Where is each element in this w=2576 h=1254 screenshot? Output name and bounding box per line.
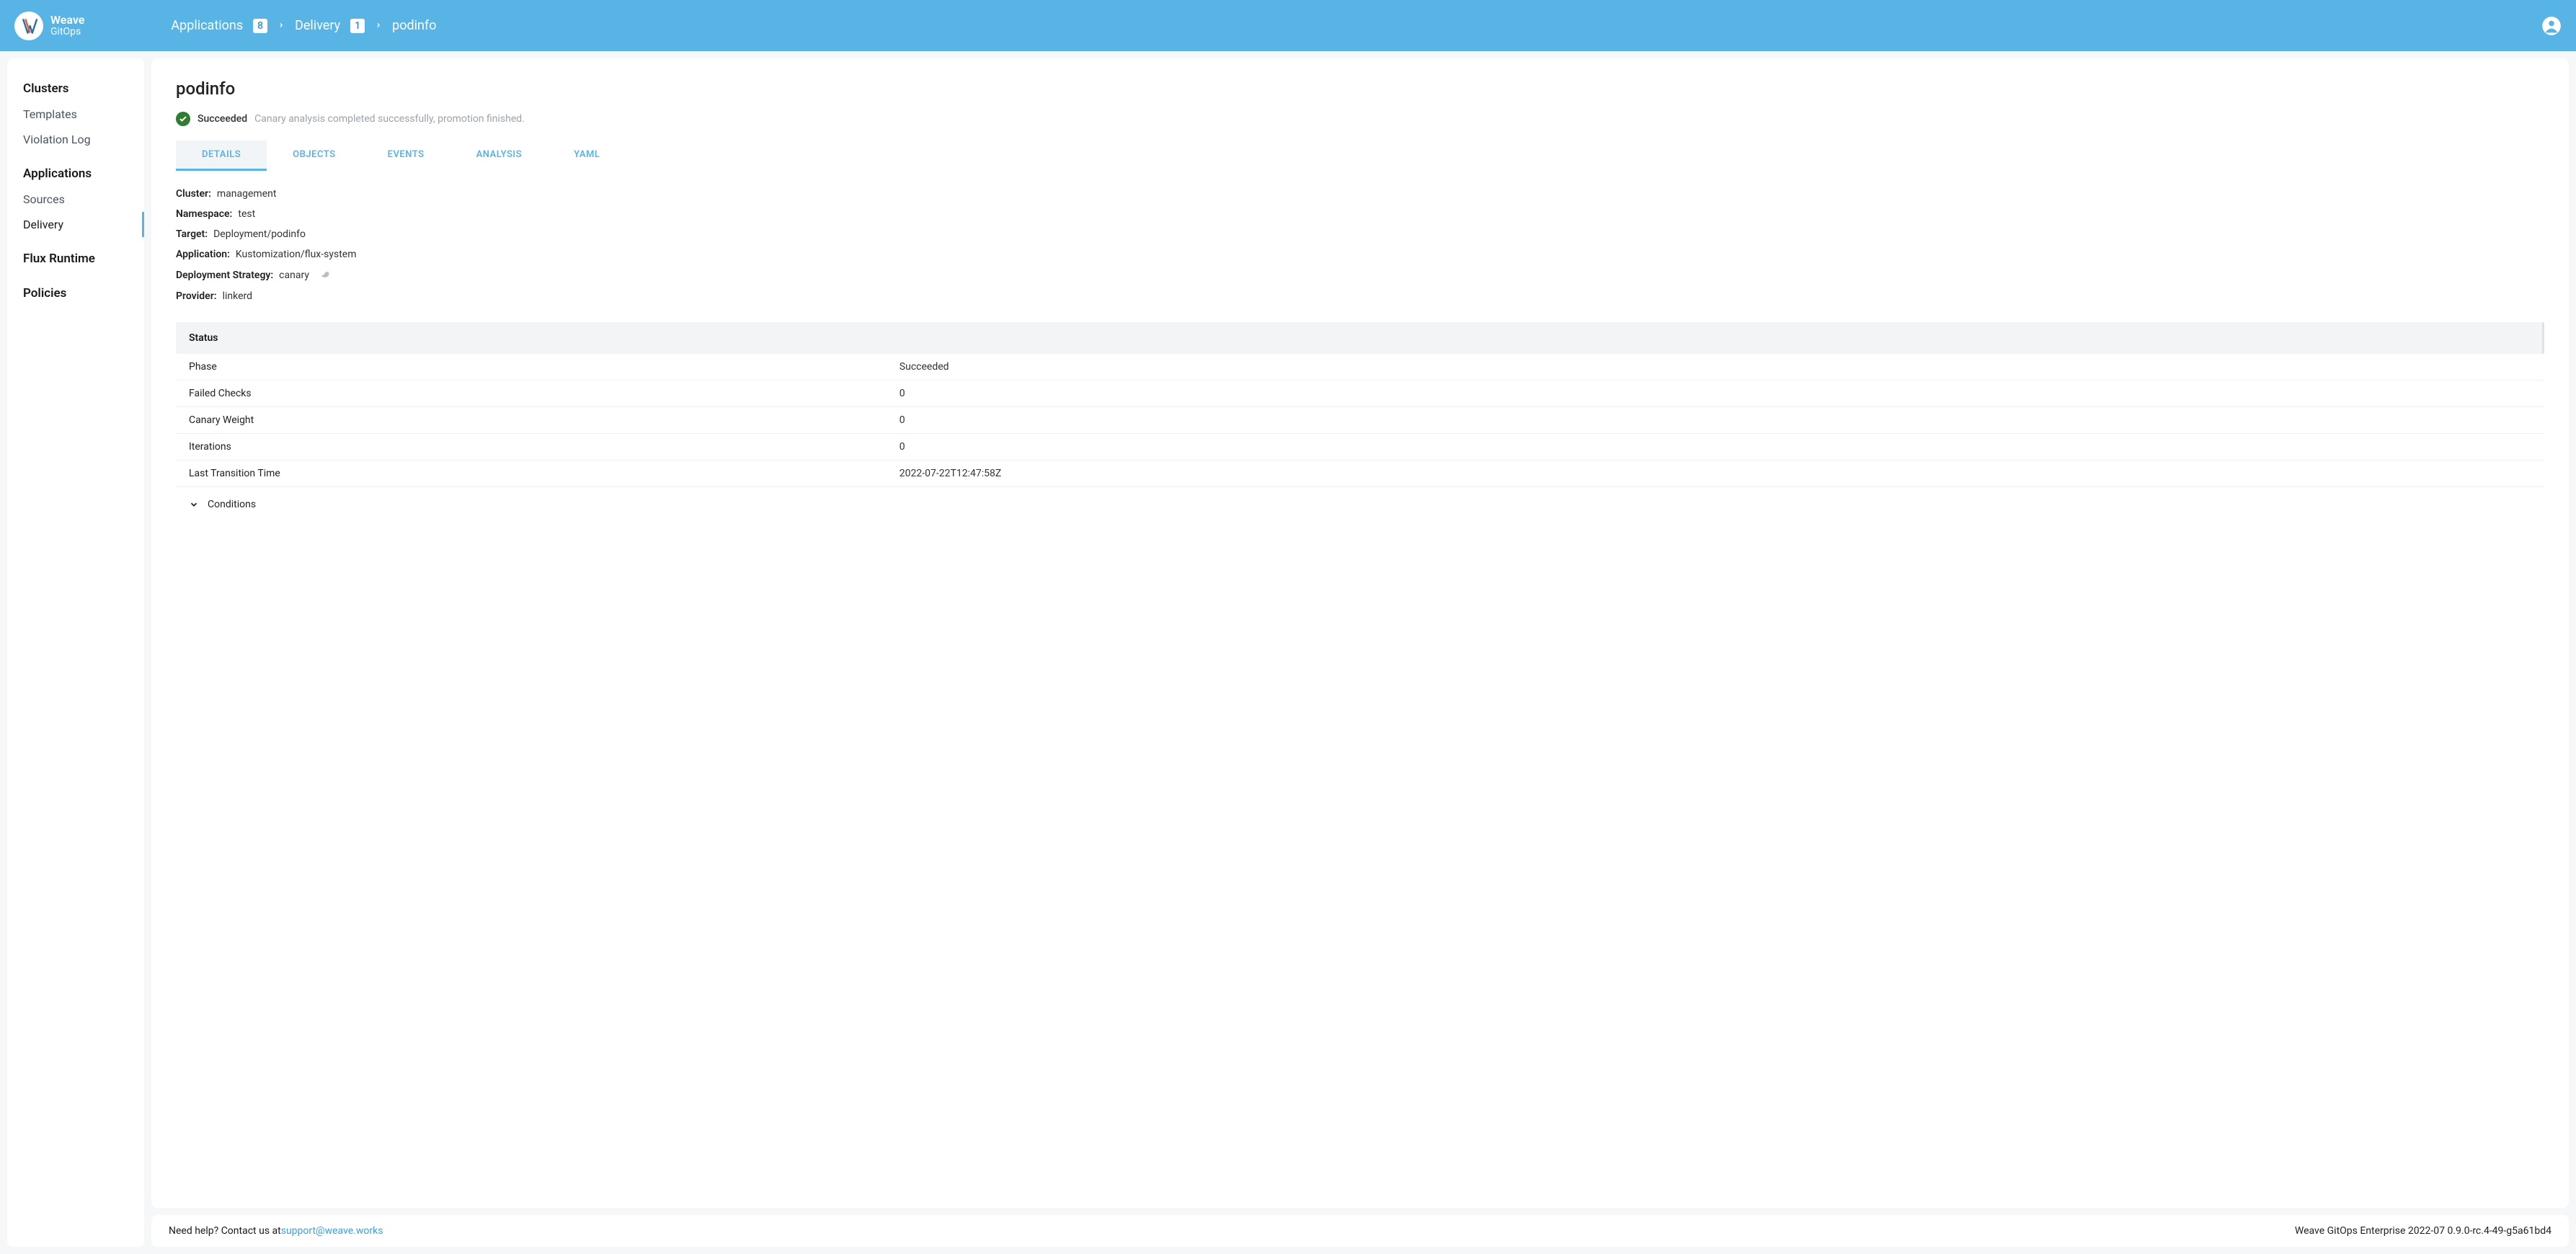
canary-bird-icon <box>319 269 332 282</box>
breadcrumb-applications[interactable]: Applications <box>171 18 243 33</box>
tab-objects[interactable]: OBJECTS <box>267 141 361 171</box>
table-row: Canary Weight0 <box>176 407 2544 434</box>
status-summary: Succeeded Canary analysis completed succ… <box>176 112 2544 126</box>
label-target: Target: <box>176 228 208 240</box>
footer-bar: Need help? Contact us at support@weave.w… <box>151 1215 2569 1247</box>
status-row-value: 0 <box>887 434 2544 461</box>
sidebar-item-policies[interactable]: Policies <box>7 280 144 306</box>
table-row: Failed Checks0 <box>176 381 2544 407</box>
table-row: Last Transition Time2022-07-22T12:47:58Z <box>176 461 2544 487</box>
value-namespace: test <box>238 208 255 220</box>
page-title: podinfo <box>176 79 2544 99</box>
tab-events[interactable]: EVENTS <box>362 141 450 171</box>
breadcrumb-applications-count: 8 <box>253 19 267 33</box>
sidebar-item-flux-runtime[interactable]: Flux Runtime <box>7 246 144 272</box>
check-circle-icon <box>176 112 190 126</box>
status-row-key: Iterations <box>176 434 887 461</box>
chevron-down-icon <box>189 499 199 510</box>
tab-yaml[interactable]: YAML <box>548 141 626 171</box>
conditions-label: Conditions <box>208 499 256 510</box>
sidebar-item-clusters[interactable]: Clusters <box>7 76 144 102</box>
brand-logo[interactable]: Weave GitOps <box>14 12 84 40</box>
footer-version: Weave GitOps Enterprise 2022-07 0.9.0-rc… <box>2295 1225 2551 1237</box>
status-row-value: 2022-07-22T12:47:58Z <box>887 461 2544 487</box>
sidebar-item-applications[interactable]: Applications <box>7 161 144 187</box>
table-row: PhaseSucceeded <box>176 354 2544 381</box>
value-target: Deployment/podinfo <box>213 228 306 240</box>
brand-line1: Weave <box>50 14 84 27</box>
sidebar-item-templates[interactable]: Templates <box>7 102 144 127</box>
label-application: Application: <box>176 249 230 260</box>
status-message: Canary analysis completed successfully, … <box>254 113 525 125</box>
status-row-value: 0 <box>887 381 2544 407</box>
sidebar-item-violation-log[interactable]: Violation Log <box>7 127 144 152</box>
status-row-key: Canary Weight <box>176 407 887 434</box>
weave-logo-icon <box>14 12 43 40</box>
sidebar-item-delivery[interactable]: Delivery <box>7 212 144 237</box>
chevron-right-icon <box>375 20 382 32</box>
status-row-key: Phase <box>176 354 887 381</box>
tab-analysis[interactable]: ANALYSIS <box>450 141 548 171</box>
label-cluster: Cluster: <box>176 188 211 200</box>
value-deployment-strategy: canary <box>279 270 309 281</box>
value-application: Kustomization/flux-system <box>236 249 357 260</box>
user-menu-icon[interactable] <box>2541 16 2562 36</box>
label-deployment-strategy: Deployment Strategy: <box>176 270 273 281</box>
status-row-key: Last Transition Time <box>176 461 887 487</box>
main-panel: podinfo Succeeded Canary analysis comple… <box>151 58 2569 1208</box>
value-cluster: management <box>217 188 277 200</box>
label-namespace: Namespace: <box>176 208 232 220</box>
breadcrumb: Applications 8 Delivery 1 podinfo <box>171 18 436 33</box>
status-table: PhaseSucceededFailed Checks0Canary Weigh… <box>176 354 2544 487</box>
footer-help-text: Need help? Contact us at <box>169 1225 281 1237</box>
conditions-toggle[interactable]: Conditions <box>176 487 2544 522</box>
footer-support-link[interactable]: support@weave.works <box>281 1225 383 1237</box>
table-row: Iterations0 <box>176 434 2544 461</box>
breadcrumb-current: podinfo <box>392 18 436 33</box>
status-label: Succeeded <box>197 113 247 125</box>
breadcrumb-delivery[interactable]: Delivery <box>295 18 340 33</box>
sidebar-nav: Clusters Templates Violation Log Applica… <box>7 58 144 1247</box>
details-list: Cluster: management Namespace: test Target… <box>176 188 2544 302</box>
sidebar-item-sources[interactable]: Sources <box>7 187 144 212</box>
label-provider: Provider: <box>176 290 217 302</box>
tab-bar: DETAILS OBJECTS EVENTS ANALYSIS YAML <box>176 141 2544 171</box>
value-provider: linkerd <box>223 290 252 302</box>
chevron-right-icon <box>277 20 285 32</box>
tab-details[interactable]: DETAILS <box>176 141 267 171</box>
status-panel-heading: Status <box>176 322 2544 354</box>
top-header: Weave GitOps Applications 8 Delivery 1 p… <box>0 0 2576 51</box>
brand-text: Weave GitOps <box>50 14 84 37</box>
brand-line2: GitOps <box>50 27 84 37</box>
breadcrumb-delivery-count: 1 <box>350 19 365 33</box>
status-row-value: Succeeded <box>887 354 2544 381</box>
status-row-key: Failed Checks <box>176 381 887 407</box>
status-row-value: 0 <box>887 407 2544 434</box>
